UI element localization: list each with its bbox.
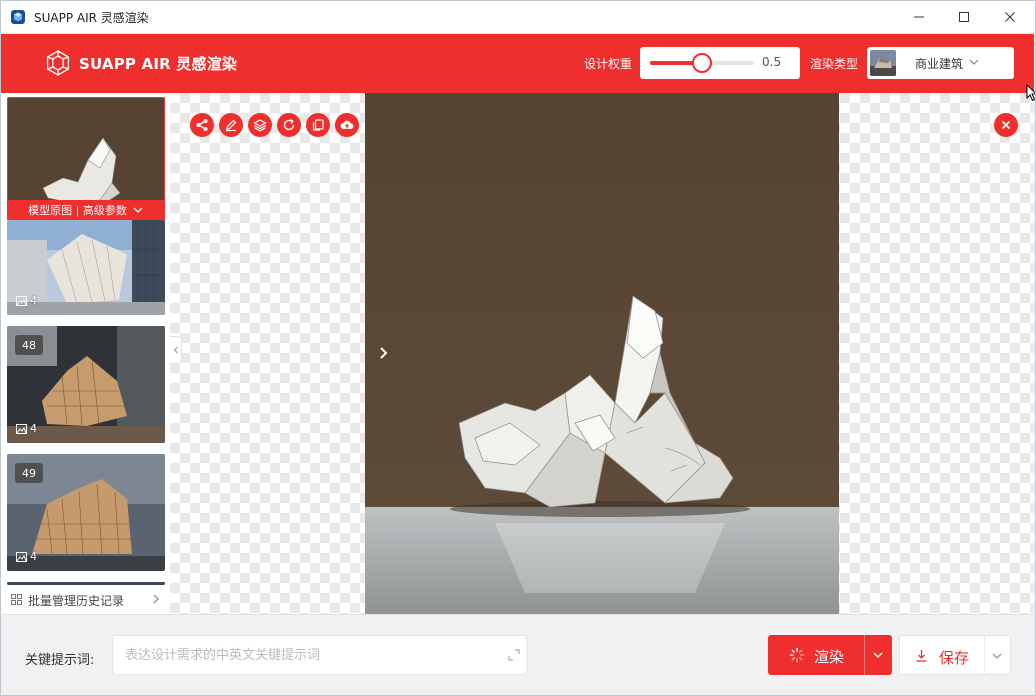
close-preview-button[interactable] bbox=[994, 113, 1018, 137]
share-icon bbox=[196, 119, 208, 131]
batch-history-button[interactable]: 批量管理历史记录 bbox=[1, 585, 170, 614]
title-bar: SUAPP AIR 灵感渲染 bbox=[0, 0, 1036, 34]
history-item[interactable]: 4 bbox=[7, 220, 165, 315]
minimize-icon bbox=[914, 16, 924, 18]
app-header: SUAPP AIR 灵感渲染 设计权重 0.5 渲染类型 商业建筑 bbox=[1, 34, 1034, 93]
render-type-select[interactable]: 商业建筑 bbox=[867, 47, 1014, 79]
close-window-button[interactable] bbox=[987, 0, 1033, 34]
layers-icon bbox=[253, 119, 267, 132]
close-icon bbox=[1005, 12, 1015, 22]
image-icon bbox=[16, 295, 27, 306]
chevron-down-icon bbox=[133, 207, 143, 213]
slider-track[interactable] bbox=[650, 53, 754, 73]
chevron-down-icon[interactable] bbox=[872, 649, 884, 661]
save-button-label: 保存 bbox=[939, 649, 970, 667]
design-weight-slider[interactable]: 0.5 bbox=[640, 47, 800, 79]
history-item[interactable]: 49 4 bbox=[7, 454, 165, 571]
image-count-badge: 4 bbox=[16, 422, 37, 435]
render-type-thumbnail bbox=[870, 50, 896, 76]
copy-button[interactable] bbox=[306, 113, 330, 137]
chevron-left-icon bbox=[173, 346, 178, 354]
image-icon bbox=[16, 423, 27, 434]
cloud-upload-button[interactable] bbox=[335, 113, 359, 137]
mouse-cursor-icon bbox=[1026, 84, 1036, 102]
design-weight-value: 0.5 bbox=[762, 55, 782, 69]
batch-history-label: 批量管理历史记录 bbox=[28, 594, 125, 608]
main-preview-image bbox=[365, 93, 839, 614]
prompt-bar: 关键提示词: 渲染 保存 bbox=[1, 614, 1034, 694]
loading-spinner-icon bbox=[789, 647, 805, 663]
sidebar-collapse-handle[interactable] bbox=[170, 336, 182, 364]
keyword-input[interactable] bbox=[112, 635, 527, 675]
advanced-params-toggle[interactable]: 模型原图 | 高级参数 bbox=[7, 200, 165, 220]
refresh-icon bbox=[283, 119, 295, 131]
chevron-down-icon bbox=[969, 59, 979, 65]
edit-button[interactable] bbox=[219, 113, 243, 137]
close-icon bbox=[1001, 120, 1011, 130]
chevron-down-icon[interactable] bbox=[991, 650, 1003, 662]
history-number-badge: 49 bbox=[15, 463, 43, 483]
slider-handle[interactable] bbox=[692, 53, 712, 73]
advanced-params-label: 模型原图 | 高级参数 bbox=[28, 204, 127, 217]
history-number-badge: 48 bbox=[15, 335, 43, 355]
layers-button[interactable] bbox=[248, 113, 272, 137]
history-sidebar: 模型原图 | 高级参数 4 48 4 49 4 bbox=[1, 93, 170, 614]
chevron-right-icon[interactable] bbox=[376, 344, 392, 362]
chevron-right-icon bbox=[153, 594, 159, 604]
cloud-upload-icon bbox=[340, 120, 354, 129]
save-button-divider bbox=[984, 636, 985, 674]
app-cube-icon bbox=[11, 10, 25, 24]
render-type-value: 商业建筑 bbox=[915, 57, 964, 71]
render-type-label: 渲染类型 bbox=[810, 57, 859, 71]
history-item[interactable]: 48 4 bbox=[7, 326, 165, 443]
save-button[interactable]: 保存 bbox=[899, 635, 1011, 675]
keyword-label: 关键提示词: bbox=[25, 653, 95, 668]
image-icon bbox=[16, 551, 27, 562]
render-button[interactable]: 渲染 bbox=[768, 635, 892, 675]
maximize-icon bbox=[959, 12, 969, 22]
minimize-button[interactable] bbox=[896, 0, 942, 34]
render-button-label: 渲染 bbox=[814, 648, 845, 666]
share-button[interactable] bbox=[190, 113, 214, 137]
window-title: SUAPP AIR 灵感渲染 bbox=[34, 11, 149, 25]
image-count-badge: 4 bbox=[16, 294, 37, 307]
grid-icon bbox=[11, 594, 22, 605]
download-icon bbox=[916, 650, 927, 662]
brand-logo-icon bbox=[46, 50, 70, 76]
maximize-button[interactable] bbox=[941, 0, 987, 34]
refresh-button[interactable] bbox=[277, 113, 301, 137]
copy-icon bbox=[312, 119, 324, 131]
edit-icon bbox=[226, 119, 237, 132]
render-button-divider bbox=[864, 635, 865, 675]
design-weight-label: 设计权重 bbox=[584, 57, 633, 71]
expand-icon[interactable] bbox=[508, 649, 520, 661]
image-count-badge: 4 bbox=[16, 550, 37, 563]
brand-name: SUAPP AIR 灵感渲染 bbox=[79, 55, 238, 73]
